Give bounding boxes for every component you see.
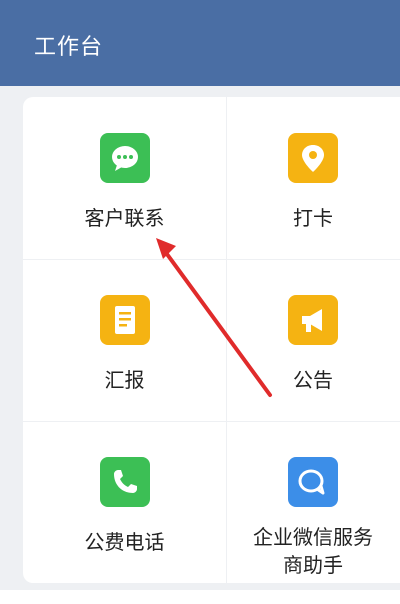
grid-divider (23, 259, 400, 260)
app-label: 汇报 (104, 368, 145, 392)
app-label-line2: 商助手 (283, 553, 343, 577)
app-check-in[interactable]: 打卡 (226, 97, 400, 259)
grid-divider (23, 421, 400, 422)
wechat-chat-icon (99, 133, 150, 183)
grid-divider (226, 97, 227, 583)
chat-bubbles-icon (288, 457, 338, 507)
app-customer-contact[interactable]: 客户联系 (23, 97, 226, 259)
app-label: 企业微信服务 商助手 (226, 523, 400, 579)
app-announcement[interactable]: 公告 (226, 259, 400, 421)
app-public-phone[interactable]: 公费电话 (23, 421, 226, 583)
report-document-icon (99, 295, 150, 345)
megaphone-icon (288, 295, 338, 345)
app-wecom-service-assistant[interactable]: 企业微信服务 商助手 (226, 421, 400, 583)
location-pin-icon (288, 133, 338, 183)
app-label: 公费电话 (84, 530, 165, 554)
header-bar: 工作台 (0, 0, 400, 86)
app-grid: 客户联系 打卡 汇报 公告 公费电话 企业微信服务 商助手 (23, 97, 400, 583)
app-label: 客户联系 (84, 206, 165, 230)
app-report[interactable]: 汇报 (23, 259, 226, 421)
app-label-line1: 企业微信服务 (253, 525, 373, 549)
app-grid-card: 客户联系 打卡 汇报 公告 公费电话 企业微信服务 商助手 (23, 97, 400, 583)
page-title: 工作台 (34, 35, 104, 60)
phone-icon (99, 457, 150, 507)
next-section-edge (0, 590, 400, 604)
app-label: 打卡 (293, 206, 333, 230)
app-label: 公告 (293, 368, 333, 392)
